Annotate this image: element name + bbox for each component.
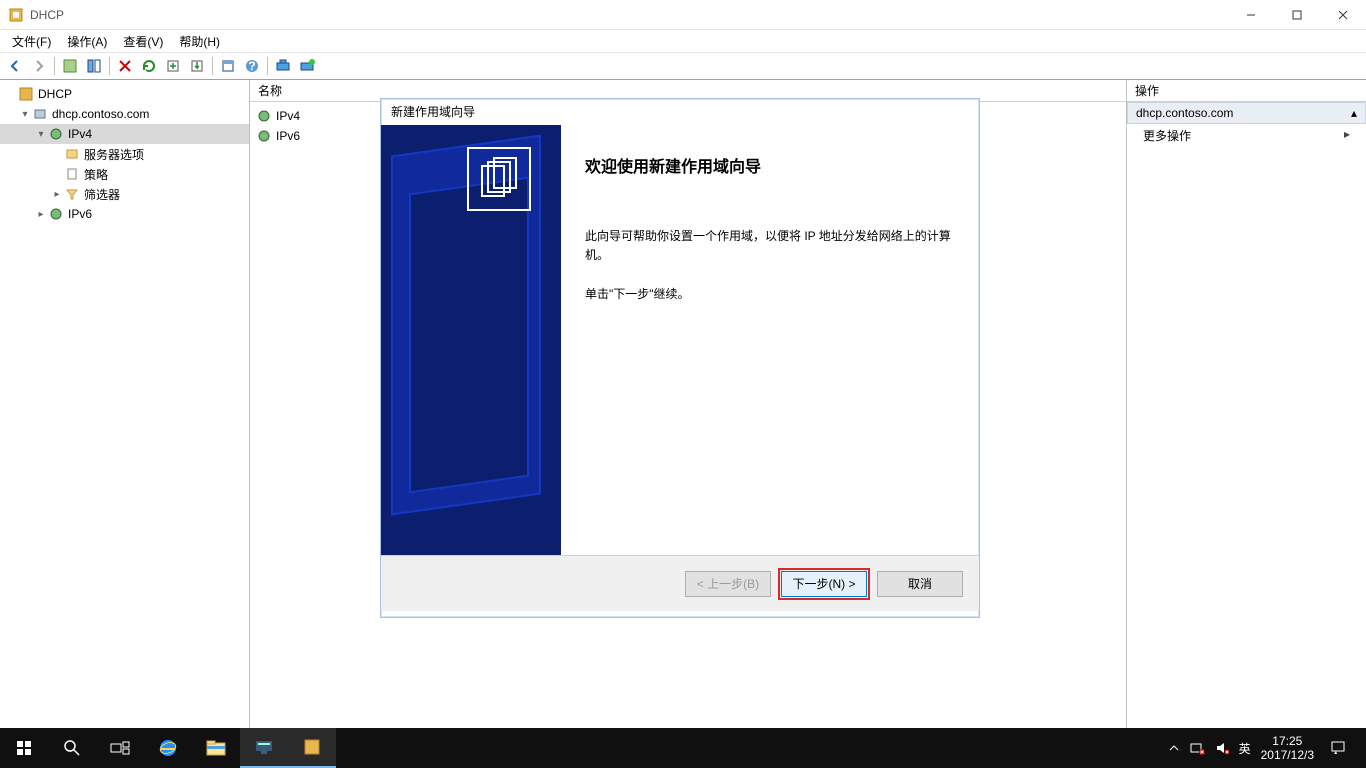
taskbar-explorer-icon[interactable]: [192, 728, 240, 768]
toolbar-separator: [267, 57, 268, 75]
tree-label: 服务器选项: [84, 146, 144, 163]
expand-icon[interactable]: ▸: [50, 189, 64, 200]
taskbar-server-manager-icon[interactable]: [240, 728, 288, 768]
wizard-footer: < 上一步(B) 下一步(N) > 取消: [381, 555, 979, 611]
list-item-label: IPv6: [276, 129, 300, 143]
menu-bar: 文件(F) 操作(A) 查看(V) 帮助(H): [0, 30, 1366, 52]
toolbar-separator: [212, 57, 213, 75]
taskbar-date: 2017/12/3: [1261, 748, 1314, 762]
dhcp-icon: [18, 86, 34, 102]
ipv4-icon: [256, 108, 272, 124]
taskbar-dhcp-icon[interactable]: [288, 728, 336, 768]
ime-indicator[interactable]: 英: [1239, 740, 1251, 757]
toolbar-show-hide-button[interactable]: [83, 55, 105, 77]
svg-text:?: ?: [248, 59, 255, 73]
tree-label: IPv6: [68, 207, 92, 221]
actions-pane-title: 操作: [1127, 80, 1366, 102]
toolbar-forward-button[interactable]: [28, 55, 50, 77]
toolbar-scope-green-button[interactable]: [296, 55, 318, 77]
toolbar-separator: [109, 57, 110, 75]
taskbar-ie-icon[interactable]: [144, 728, 192, 768]
collapse-icon[interactable]: ▾: [18, 109, 32, 120]
collapse-icon[interactable]: ▾: [34, 129, 48, 140]
action-center-icon[interactable]: [1330, 740, 1346, 756]
toolbar: ?: [0, 52, 1366, 80]
actions-section-header[interactable]: dhcp.contoso.com ▴: [1128, 103, 1365, 123]
tree-node-server-options[interactable]: 服务器选项: [0, 144, 249, 164]
menu-file[interactable]: 文件(F): [4, 31, 59, 52]
server-icon: [32, 106, 48, 122]
tree-label: 筛选器: [84, 186, 120, 203]
tree-label: DHCP: [38, 87, 72, 101]
wizard-paragraph-1: 此向导可帮助你设置一个作用域，以便将 IP 地址分发给网络上的计算机。: [585, 227, 955, 265]
tree-node-server[interactable]: ▾ dhcp.contoso.com: [0, 104, 249, 124]
window-maximize-button[interactable]: [1274, 0, 1320, 30]
network-error-icon[interactable]: [1189, 740, 1205, 756]
toolbar-delete-button[interactable]: [114, 55, 136, 77]
ipv6-icon: [48, 206, 64, 222]
tree-node-dhcp-root[interactable]: DHCP: [0, 84, 249, 104]
toolbar-import-button[interactable]: [186, 55, 208, 77]
wizard-heading: 欢迎使用新建作用域向导: [585, 153, 955, 177]
collapse-icon[interactable]: ▴: [1351, 106, 1357, 120]
menu-action[interactable]: 操作(A): [59, 31, 115, 52]
options-icon: [64, 146, 80, 162]
start-button[interactable]: [0, 728, 48, 768]
toolbar-export-button[interactable]: [162, 55, 184, 77]
tree-label: dhcp.contoso.com: [52, 107, 149, 121]
wizard-caption: 新建作用域向导: [381, 99, 979, 125]
window-close-button[interactable]: [1320, 0, 1366, 30]
system-tray: 英 17:25 2017/12/3: [1169, 734, 1366, 763]
task-view-button[interactable]: [96, 728, 144, 768]
tree-node-policy[interactable]: 策略: [0, 164, 249, 184]
wizard-banner-graphic: [381, 125, 561, 555]
ipv6-icon: [256, 128, 272, 144]
tree-node-ipv4[interactable]: ▾ IPv4: [0, 124, 249, 144]
actions-pane: 操作 dhcp.contoso.com ▴ 更多操作 ▸: [1126, 80, 1366, 728]
toolbar-add-button[interactable]: [59, 55, 81, 77]
actions-section-label: dhcp.contoso.com: [1136, 106, 1233, 120]
window-title: DHCP: [30, 8, 1228, 22]
volume-icon[interactable]: [1215, 741, 1229, 755]
toolbar-refresh-button[interactable]: [138, 55, 160, 77]
tree-node-ipv6[interactable]: ▸ IPv6: [0, 204, 249, 224]
taskbar-search-button[interactable]: [48, 728, 96, 768]
taskbar-time: 17:25: [1261, 734, 1314, 748]
taskbar: 英 17:25 2017/12/3: [0, 728, 1366, 768]
wizard-cancel-button[interactable]: 取消: [877, 571, 963, 597]
taskbar-clock[interactable]: 17:25 2017/12/3: [1261, 734, 1320, 763]
wizard-back-button: < 上一步(B): [685, 571, 771, 597]
expand-icon[interactable]: ▸: [34, 209, 48, 220]
list-item-label: IPv4: [276, 109, 300, 123]
tree-label: IPv4: [68, 127, 92, 141]
dhcp-app-icon: [8, 7, 24, 23]
tree-node-filters[interactable]: ▸ 筛选器: [0, 184, 249, 204]
toolbar-back-button[interactable]: [4, 55, 26, 77]
toolbar-help-button[interactable]: ?: [241, 55, 263, 77]
wizard-paragraph-2: 单击"下一步"继续。: [585, 285, 955, 304]
wizard-banner-icon: [467, 147, 531, 211]
tree-label: 策略: [84, 166, 108, 183]
wizard-next-button[interactable]: 下一步(N) >: [781, 571, 867, 597]
tray-up-icon[interactable]: [1169, 743, 1179, 753]
chevron-right-icon: ▸: [1344, 127, 1350, 141]
window-minimize-button[interactable]: [1228, 0, 1274, 30]
policy-icon: [64, 166, 80, 182]
tree-pane: DHCP ▾ dhcp.contoso.com ▾ IPv4 服务器选项 策略: [0, 80, 250, 728]
new-scope-wizard-dialog: 新建作用域向导 欢迎使用新建作用域向导 此向导可帮助你设置一个: [380, 98, 980, 618]
window-titlebar: DHCP: [0, 0, 1366, 30]
ipv4-icon: [48, 126, 64, 142]
menu-view[interactable]: 查看(V): [115, 31, 171, 52]
actions-more-link[interactable]: 更多操作 ▸: [1127, 124, 1366, 147]
list-pane: 名称 IPv4 IPv6 新建作用域向导: [250, 80, 1126, 728]
actions-section: dhcp.contoso.com ▴: [1127, 102, 1366, 124]
actions-more-label: 更多操作: [1143, 129, 1191, 143]
toolbar-scope-button[interactable]: [272, 55, 294, 77]
filter-icon: [64, 186, 80, 202]
menu-help[interactable]: 帮助(H): [171, 31, 228, 52]
toolbar-properties-button[interactable]: [217, 55, 239, 77]
toolbar-separator: [54, 57, 55, 75]
